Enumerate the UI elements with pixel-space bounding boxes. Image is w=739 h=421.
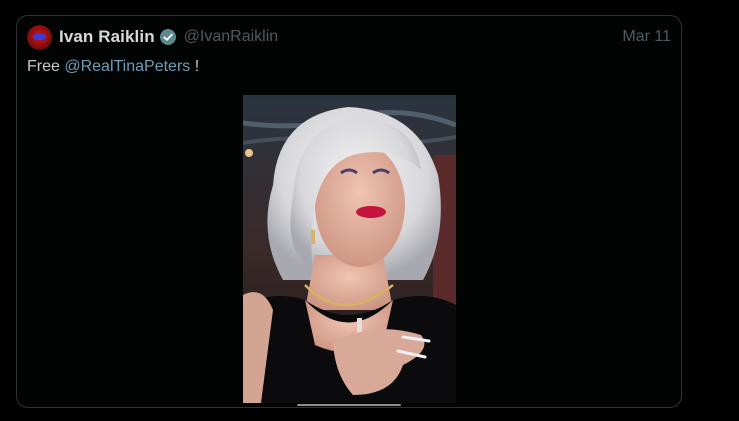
verified-badge-icon (159, 29, 176, 45)
display-name[interactable]: Ivan Raiklin (59, 27, 155, 47)
tweet-text: Free @RealTinaPeters ! (27, 58, 199, 76)
tweet-date[interactable]: Mar 11 (622, 28, 671, 46)
media-scrollbar[interactable] (297, 404, 401, 406)
avatar-visor (33, 33, 46, 40)
tweet-media-image[interactable] (243, 95, 456, 403)
mention-link[interactable]: @RealTinaPeters (64, 58, 190, 75)
tweet-card[interactable]: Ivan Raiklin @IvanRaiklin Mar 11 Free @R… (16, 15, 682, 408)
tweet-text-prefix: Free (27, 58, 65, 75)
avatar-icon[interactable] (27, 24, 52, 50)
woman-portrait-image (243, 95, 456, 403)
handle[interactable]: @IvanRaiklin (184, 28, 279, 46)
tweet-text-suffix: ! (190, 58, 200, 75)
tweet-header: Ivan Raiklin @IvanRaiklin Mar 11 (27, 24, 671, 50)
